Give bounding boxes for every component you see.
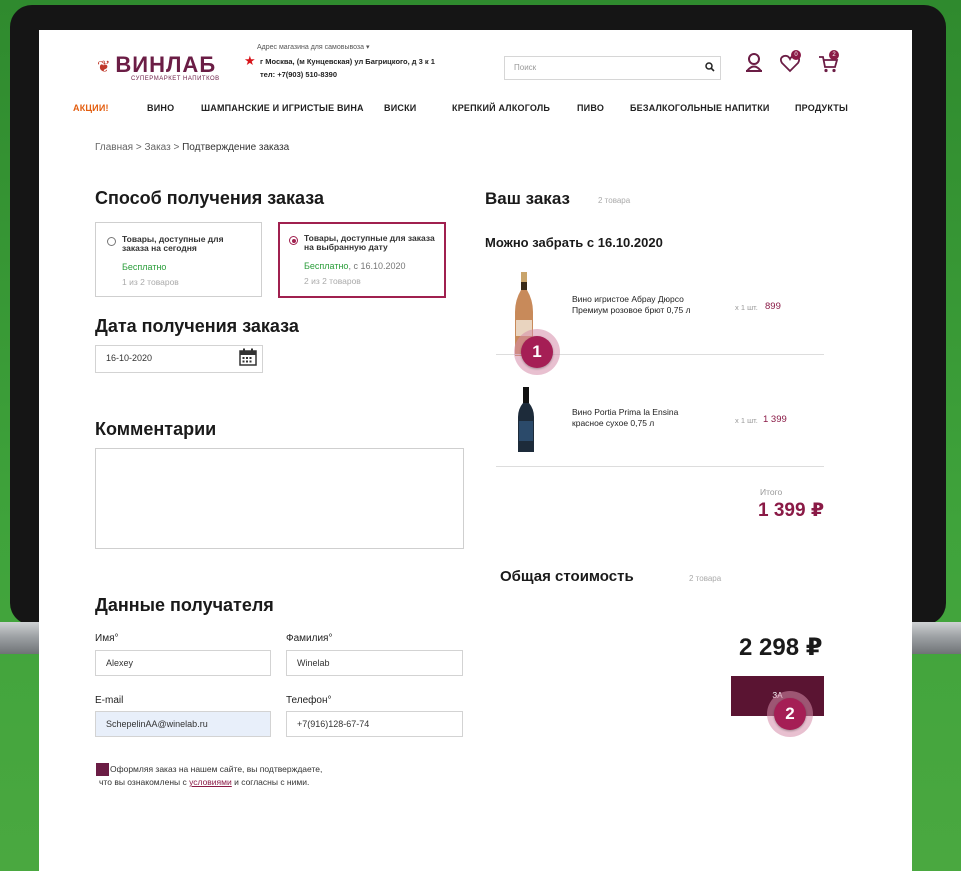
comments-title: Комментарии bbox=[95, 419, 217, 439]
delivery-title: Способ получения заказа bbox=[95, 188, 324, 208]
option-count: 1 из 2 товаров bbox=[122, 277, 179, 287]
logo-subtitle: СУПЕРМАРКЕТ НАПИТКОВ bbox=[131, 76, 220, 82]
option-price-value: Бесплатно bbox=[304, 261, 349, 271]
user-icon[interactable] bbox=[743, 52, 765, 74]
radio-today[interactable] bbox=[107, 237, 116, 246]
calendar-icon[interactable] bbox=[239, 348, 257, 366]
wishlist-badge: 0 bbox=[791, 50, 801, 60]
nav-item-soft[interactable]: БЕЗАЛКОГОЛЬНЫЕ НАПИТКИ bbox=[630, 103, 770, 113]
item-price: 1 399 bbox=[763, 414, 787, 425]
item-name: Вино Portia Prima la Ensina красное сухое… bbox=[572, 407, 678, 429]
breadcrumb-sep: > bbox=[133, 142, 145, 153]
cart-button[interactable]: 2 bbox=[817, 50, 839, 74]
search-input[interactable] bbox=[504, 56, 721, 80]
order-total: 1 399 ₽ bbox=[758, 500, 825, 521]
item-name: Вино игристое Абрау Дюрсо Премиум розовое… bbox=[572, 294, 691, 316]
red-wine-bottle-image bbox=[518, 387, 534, 452]
order-title: Ваш заказ bbox=[485, 189, 570, 208]
item-qty: х 1 шт. bbox=[735, 303, 758, 312]
first-name-label: Имя° bbox=[95, 633, 119, 644]
item-name-line1: Вино Portia Prima la Ensina bbox=[572, 407, 679, 417]
agreement-line2: что вы ознакомлены с bbox=[99, 777, 190, 787]
phone-label: Телефон° bbox=[286, 695, 332, 706]
option-price-value: Бесплатно bbox=[122, 262, 167, 272]
email-label: E-mail bbox=[95, 695, 124, 706]
summary-count: 2 товара bbox=[689, 574, 722, 583]
logo-icon: ❦ bbox=[97, 59, 112, 76]
last-name-label: Фамилия° bbox=[286, 633, 333, 644]
item-name-line2: Премиум розовое брют 0,75 л bbox=[572, 305, 691, 315]
grand-total: 2 298 ₽ bbox=[739, 634, 823, 661]
search-icon[interactable] bbox=[705, 62, 715, 72]
recipient-title: Данные получателя bbox=[95, 595, 274, 615]
date-title: Дата получения заказа bbox=[95, 316, 299, 336]
option-price: Бесплатно, с 16.10.2020 bbox=[304, 261, 406, 271]
nav-item-wine[interactable]: ВИНО bbox=[147, 103, 174, 113]
wishlist-button[interactable]: 0 bbox=[779, 50, 801, 74]
phone-field[interactable]: +7(916)128-67-74 bbox=[286, 711, 463, 737]
delivery-option-date[interactable]: Товары, доступные для заказа на выбранну… bbox=[278, 222, 446, 298]
nav-item-products[interactable]: ПРОДУКТЫ bbox=[795, 103, 848, 113]
nav-item-beer[interactable]: ПИВО bbox=[577, 103, 604, 113]
divider bbox=[496, 466, 824, 467]
terms-link[interactable]: условиями bbox=[189, 777, 232, 787]
logo-text: ВИНЛАБ bbox=[115, 52, 217, 77]
nav-item-promo[interactable]: АКЦИИ! bbox=[73, 103, 109, 113]
total-label: Итого bbox=[760, 487, 783, 497]
star-icon: ★ bbox=[244, 53, 256, 68]
step-number: 1 bbox=[521, 336, 553, 368]
agreement-line1: Оформляя заказ на нашем сайте, вы подтве… bbox=[110, 764, 323, 774]
pickup-date: Можно забрать с 16.10.2020 bbox=[485, 235, 663, 250]
step-number: 2 bbox=[774, 698, 806, 730]
browser-screen: ❦ ВИНЛАБ СУПЕРМАРКЕТ НАПИТКОВ Адрес магаз… bbox=[39, 30, 912, 871]
item-name-line2: красное сухое 0,75 л bbox=[572, 418, 655, 428]
item-price: 899 bbox=[765, 301, 781, 312]
agreement-text: Оформляя заказ на нашем сайте, вы подтве… bbox=[99, 763, 410, 789]
breadcrumb-current: Подтверждение заказа bbox=[182, 142, 290, 153]
delivery-option-today[interactable]: Товары, доступные для заказа на сегодня … bbox=[95, 222, 262, 297]
agreement-line2-end: и согласны с ними. bbox=[231, 777, 310, 787]
breadcrumb: Главная > Заказ > Подтверждение заказа bbox=[95, 142, 289, 153]
logo[interactable]: ❦ ВИНЛАБ bbox=[97, 52, 216, 78]
option-title: Товары, доступные для заказа на сегодня bbox=[122, 234, 224, 253]
order-count: 2 товара bbox=[598, 196, 631, 205]
comments-textarea[interactable] bbox=[95, 448, 464, 549]
step-marker-2: 2 bbox=[767, 691, 813, 737]
breadcrumb-home[interactable]: Главная bbox=[95, 142, 133, 153]
email-field[interactable]: SchepelinAA@winelab.ru bbox=[95, 711, 271, 737]
date-input[interactable]: 16-10-2020 bbox=[95, 345, 263, 373]
item-name-line1: Вино игристое Абрау Дюрсо bbox=[572, 294, 684, 304]
nav-item-strong[interactable]: КРЕПКИЙ АЛКОГОЛЬ bbox=[452, 103, 550, 113]
agree-checkbox[interactable] bbox=[96, 763, 109, 776]
nav-item-whisky[interactable]: ВИСКИ bbox=[384, 103, 416, 113]
summary-title: Общая стоимость bbox=[500, 568, 634, 585]
search-placeholder: Поиск bbox=[514, 63, 537, 72]
step-marker-1: 1 bbox=[514, 329, 560, 375]
breadcrumb-sep: > bbox=[170, 142, 183, 153]
store-phone: тел: +7(903) 510-8390 bbox=[260, 70, 338, 79]
first-name-field[interactable]: Alexey bbox=[95, 650, 271, 676]
store-selector[interactable]: Адрес магазина для самовывоза ▾ bbox=[257, 43, 370, 51]
option-count: 2 из 2 товаров bbox=[304, 276, 361, 286]
last-name-field[interactable]: Winelab bbox=[286, 650, 463, 676]
nav-item-sparkling[interactable]: ШАМПАНСКИЕ И ИГРИСТЫЕ ВИНА bbox=[201, 103, 364, 113]
item-qty: х 1 шт. bbox=[735, 416, 758, 425]
cart-badge: 2 bbox=[829, 50, 839, 60]
option-title: Товары, доступные для заказа на выбранну… bbox=[304, 233, 435, 252]
breadcrumb-order[interactable]: Заказ bbox=[144, 142, 170, 153]
option-price: Бесплатно bbox=[122, 262, 166, 272]
option-date: , с 16.10.2020 bbox=[348, 261, 406, 271]
store-address: г Москва, (м Кунцевская) ул Багрицкого, … bbox=[260, 57, 435, 66]
radio-date[interactable] bbox=[289, 236, 298, 245]
